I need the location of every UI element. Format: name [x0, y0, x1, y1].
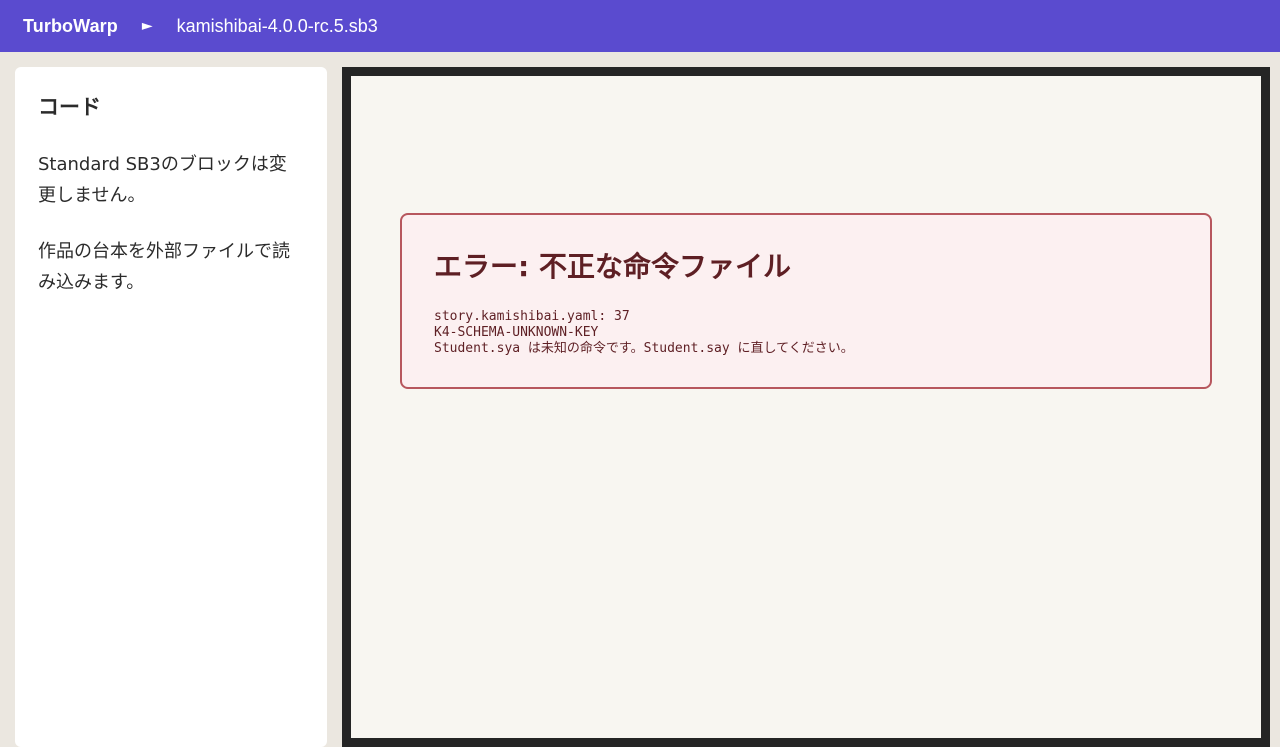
error-code: K4-SCHEMA-UNKNOWN-KEY	[434, 325, 599, 340]
sidebar-description: 作品の台本を外部ファイルで読み込みます。	[38, 241, 290, 293]
top-menu-bar: TurboWarp ► kamishibai-4.0.0-rc.5.sb3	[0, 0, 1280, 52]
sidebar-description: Standard SB3のブロックは変更しません。	[38, 154, 287, 206]
error-panel: エラー: 不正な命令ファイル story.kamishibai.yaml: 37…	[400, 213, 1212, 389]
error-location: story.kamishibai.yaml: 37	[434, 309, 630, 324]
project-filename: kamishibai-4.0.0-rc.5.sb3	[176, 15, 378, 36]
stage-canvas[interactable]: エラー: 不正な命令ファイル story.kamishibai.yaml: 37…	[342, 67, 1270, 747]
error-message: Student.sya は未知の命令です。Student.say に直してくださ…	[434, 341, 854, 356]
app-logo[interactable]: TurboWarp	[23, 16, 118, 37]
sidebar-title: コード	[38, 95, 101, 119]
play-icon[interactable]: ►	[142, 19, 153, 33]
error-title: エラー: 不正な命令ファイル	[434, 250, 791, 283]
code-sidebar: コード Standard SB3のブロックは変更しません。 作品の台本を外部ファ…	[15, 67, 327, 747]
